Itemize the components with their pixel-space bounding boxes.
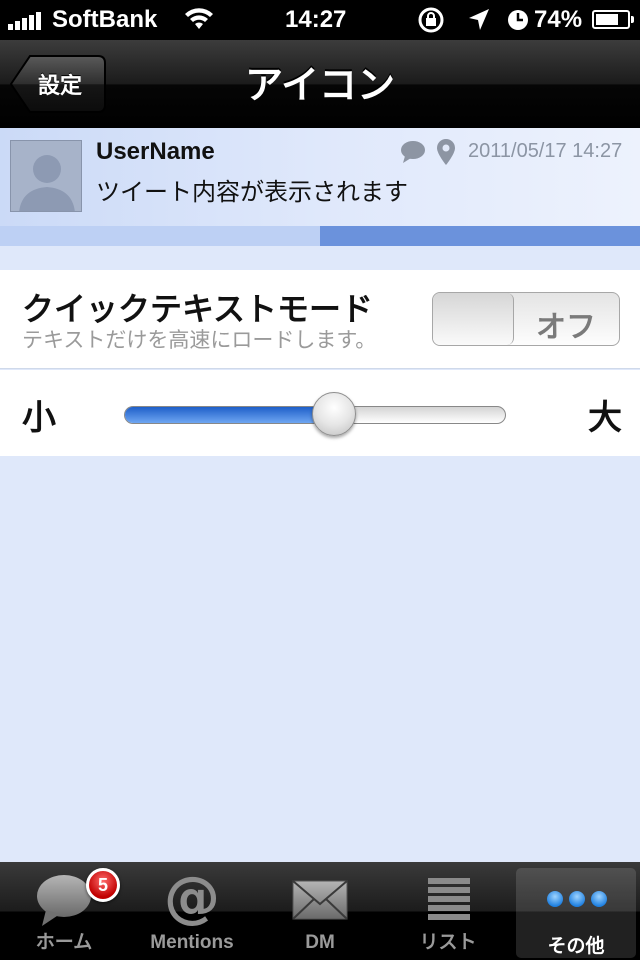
icon-size-row: 小 大 [0,370,640,456]
preview-progress-bar [0,226,640,246]
tab-bar: 5 ホーム @ Mentions DM リスト その他 [0,862,640,960]
battery-icon [592,10,634,29]
tab-more[interactable]: その他 [516,868,636,958]
quick-text-mode-row: クイックテキストモード テキストだけを高速にロードします。 オフ [0,270,640,369]
tab-list-label: リスト [419,932,477,953]
tweet-text: ツイート内容が表示されます [96,178,408,206]
toggle-knob[interactable] [433,293,514,345]
status-bar: SoftBank 14:27 74% [0,0,640,40]
more-dots-icon [546,888,608,914]
wifi-icon [184,7,214,38]
alarm-clock-icon [508,10,529,30]
preview-progress-fill [320,226,640,246]
tab-mentions-label: Mentions [150,932,234,953]
tab-home-label: ホーム [35,932,93,953]
tweet-date: 2011/05/17 14:27 [468,140,623,162]
slider-fill [125,407,334,423]
reply-bubble-icon [400,140,426,168]
tab-dm-label: DM [305,932,335,953]
envelope-icon [292,880,348,924]
tab-dm[interactable]: DM [256,862,384,960]
carrier-name: SoftBank [52,6,158,33]
list-icon [428,878,470,926]
location-arrow-icon [468,9,489,30]
tab-home[interactable]: 5 ホーム [0,862,128,960]
location-pin-icon [436,138,456,170]
page-title: アイコン [244,63,396,107]
default-avatar-icon [19,155,75,211]
icon-size-min-label: 小 [22,398,56,438]
tab-more-label: その他 [547,936,605,957]
navigation-bar: 設定 アイコン [0,40,640,129]
home-badge: 5 [86,868,120,902]
tweet-username: UserName [96,138,215,165]
tweet-preview: UserName ツイート内容が表示されます 2011/05/17 14:27 [0,128,640,226]
status-icons [416,6,531,41]
rotation-lock-icon [418,7,444,33]
quick-text-mode-toggle[interactable]: オフ [432,292,620,346]
toggle-label: オフ [536,310,596,345]
status-time: 14:27 [285,6,347,33]
tab-mentions[interactable]: @ Mentions [128,862,256,960]
battery-percentage: 74% [534,6,583,33]
avatar [10,140,82,212]
speech-bubble-icon [34,872,94,932]
slider-thumb[interactable] [312,392,357,436]
at-sign-icon: @ [164,865,220,930]
icon-size-max-label: 大 [588,398,622,438]
tab-list[interactable]: リスト [384,862,512,960]
quick-text-mode-subtitle: テキストだけを高速にロードします。 [22,328,377,352]
